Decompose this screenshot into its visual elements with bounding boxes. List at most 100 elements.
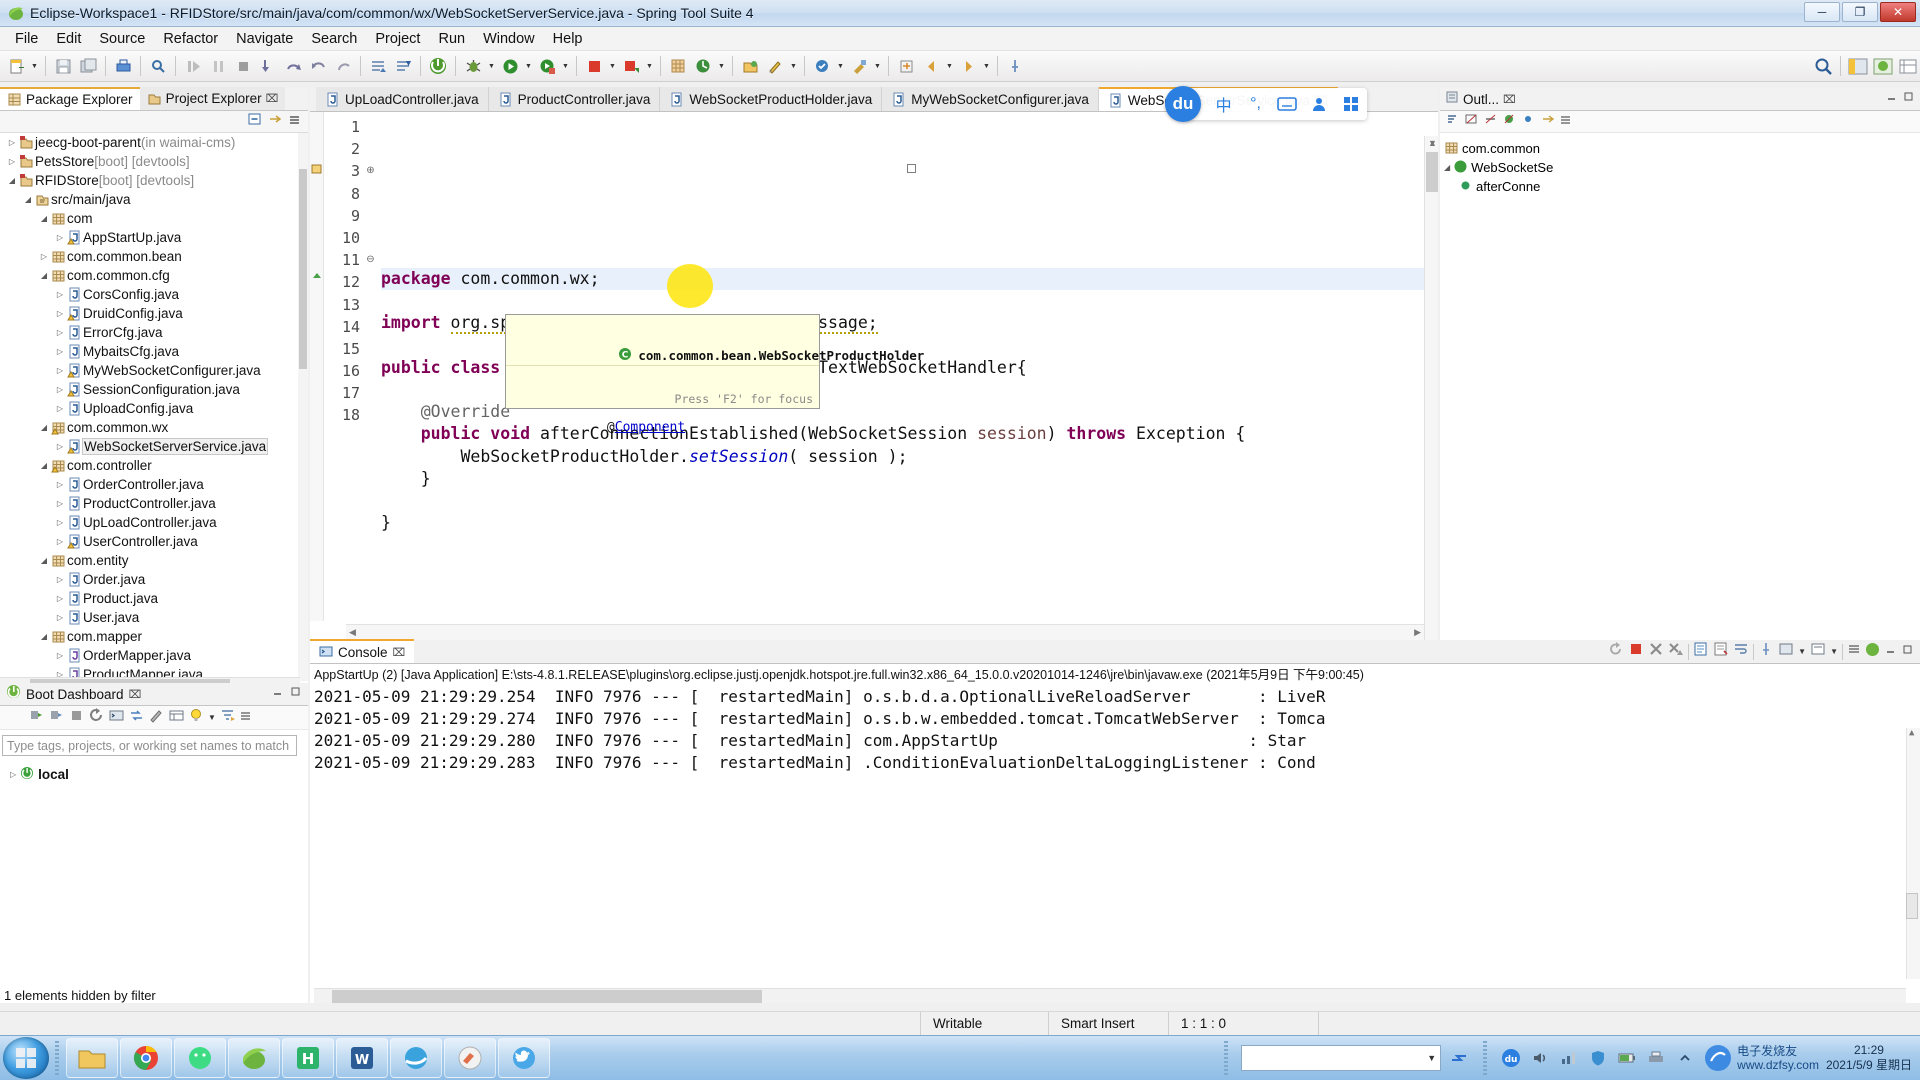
forward-nav-icon[interactable]: [956, 54, 980, 79]
component-annotation-link[interactable]: Component: [615, 420, 685, 435]
tree-item-uploadcontroller.java[interactable]: ▷ UpLoadController.java: [0, 513, 308, 532]
ime-floating-bar[interactable]: du 中 °,: [1165, 86, 1367, 122]
clear-console-icon[interactable]: [1693, 641, 1709, 662]
run-dropdown-icon[interactable]: ▼: [523, 54, 534, 78]
ime-taskbar-input[interactable]: ▼: [1241, 1045, 1442, 1071]
code-line[interactable]: [381, 556, 1438, 578]
console-maximize-icon[interactable]: [1901, 643, 1914, 661]
package-explorer-tree[interactable]: ▷ jeecg-boot-parent (in waimai-cms) ▷ PetsS…: [0, 133, 308, 681]
step-into-icon[interactable]: [256, 54, 280, 79]
tree-item-uploadconfig.java[interactable]: ▷ UploadConfig.java: [0, 399, 308, 418]
global-search-icon[interactable]: [1811, 54, 1835, 79]
volume-icon[interactable]: [1529, 1047, 1551, 1069]
menu-item-navigate[interactable]: Navigate: [227, 29, 302, 49]
run-external-dropdown-icon[interactable]: ▼: [560, 54, 571, 78]
last-edit-icon[interactable]: [894, 54, 918, 79]
externaltools-icon[interactable]: [847, 54, 871, 79]
ime-dropdown-icon[interactable]: ▼: [1427, 1053, 1436, 1063]
prev-annotation-icon[interactable]: [391, 54, 415, 79]
stop-app-icon[interactable]: [68, 707, 85, 729]
code-line[interactable]: package com.common.wx;: [381, 268, 1438, 291]
display-console-icon[interactable]: [1778, 641, 1794, 662]
folding-ruler[interactable]: ⊕ ⊖: [364, 112, 377, 621]
tree-item-petsstore[interactable]: ▷ PetsStore [boot] [devtools]: [0, 152, 308, 171]
tab-project-explorer[interactable]: Project Explorer ⌧: [139, 87, 286, 110]
view-menu-icon[interactable]: [287, 112, 302, 131]
taskbar-app-chrome-icon[interactable]: [120, 1038, 172, 1078]
console-minimize-icon[interactable]: [1884, 643, 1897, 661]
taskbar-app-wps-icon[interactable]: W: [336, 1038, 388, 1078]
start-button[interactable]: [3, 1037, 49, 1079]
maximize-view-icon[interactable]: [289, 685, 302, 703]
editor-tab-websocketproductholder-java[interactable]: WebSocketProductHolder.java: [660, 87, 883, 111]
tree-item-mywebsocketconfigurer.java[interactable]: ▷ MyWebSocketConfigurer.java: [0, 361, 308, 380]
scroll-right-arrow-icon[interactable]: ▶: [1414, 627, 1421, 638]
run-external-icon[interactable]: [535, 54, 559, 79]
tree-item-usercontroller.java[interactable]: ▷ UserController.java: [0, 532, 308, 551]
twisty-collapsed-icon[interactable]: ▷: [54, 518, 66, 527]
editor-tab-mywebsocketconfigurer-java[interactable]: MyWebSocketConfigurer.java: [882, 87, 1099, 111]
minimize-view-icon[interactable]: [1885, 90, 1898, 108]
toggle-breakpoint-dropdown-icon[interactable]: ▼: [835, 54, 846, 78]
tree-item-com.entity[interactable]: ◢ com.entity: [0, 551, 308, 570]
boot-run-icon[interactable]: [426, 54, 450, 79]
tree-item-druidconfig.java[interactable]: ▷ DruidConfig.java: [0, 304, 308, 323]
save-icon[interactable]: [51, 54, 75, 79]
taskbar-app-paint-icon[interactable]: [444, 1038, 496, 1078]
taskbar-app-explorer-icon[interactable]: [66, 1038, 118, 1078]
ime-punctuation-icon[interactable]: °,: [1240, 88, 1272, 120]
outline-item-websocketse[interactable]: ◢ WebSocketSe: [1440, 158, 1920, 177]
twisty-expanded-icon[interactable]: ◢: [38, 461, 50, 470]
debug-icon[interactable]: [461, 54, 485, 79]
twisty-expanded-icon[interactable]: ◢: [1444, 163, 1450, 172]
code-editor[interactable]: 1 2 3 8 9 10 11 12 13 14 15 16 17 18 ⊕ ⊖ C com.common.…: [310, 112, 1438, 645]
new-package-icon[interactable]: [691, 54, 715, 79]
perspective-java-icon[interactable]: [1846, 54, 1870, 79]
new-java-class-icon[interactable]: [666, 54, 690, 79]
maximize-button[interactable]: ❐: [1842, 2, 1878, 22]
twisty-collapsed-icon[interactable]: ▷: [54, 442, 66, 451]
collapse-all-icon[interactable]: [247, 112, 262, 131]
tree-item-user.java[interactable]: ▷ User.java: [0, 608, 308, 627]
menu-item-edit[interactable]: Edit: [47, 29, 90, 49]
tree-item-order.java[interactable]: ▷ Order.java: [0, 570, 308, 589]
tab-close-icon[interactable]: ⌧: [266, 92, 279, 105]
hide-fields-icon[interactable]: [1464, 112, 1479, 131]
taskbar-app-ie-icon[interactable]: [390, 1038, 442, 1078]
open-perspective-icon[interactable]: [1896, 54, 1920, 79]
stop-icon[interactable]: [582, 54, 606, 79]
forward-nav-dropdown-icon[interactable]: ▼: [981, 54, 992, 78]
console-close-icon[interactable]: ⌧: [393, 646, 406, 659]
twisty-collapsed-icon[interactable]: ▷: [54, 537, 66, 546]
network-icon[interactable]: [1558, 1047, 1580, 1069]
console-overview-ruler[interactable]: [1906, 893, 1918, 919]
console-output[interactable]: ▲ ▼ 2021-05-09 21:29:29.254 INFO 7976 --…: [310, 684, 1920, 979]
open-type-icon[interactable]: [738, 54, 762, 79]
externaltools-dropdown-icon[interactable]: ▼: [872, 54, 883, 78]
console-view-menu-icon[interactable]: [1847, 642, 1861, 661]
twisty-collapsed-icon[interactable]: ▷: [54, 499, 66, 508]
open-dashboard-icon[interactable]: [168, 707, 185, 729]
view-menu-icon[interactable]: [239, 709, 252, 727]
open-console-icon[interactable]: [108, 707, 125, 729]
menu-item-source[interactable]: Source: [90, 29, 154, 49]
outline-item-com-common[interactable]: com.common: [1440, 139, 1920, 158]
tree-item-ordercontroller.java[interactable]: ▷ OrderController.java: [0, 475, 308, 494]
twisty-collapsed-icon[interactable]: ▷: [54, 575, 66, 584]
resume-icon[interactable]: [181, 54, 205, 79]
battery-icon[interactable]: [1616, 1047, 1638, 1069]
step-return-icon[interactable]: [306, 54, 330, 79]
next-annotation-icon[interactable]: [366, 54, 390, 79]
drop-to-frame-icon[interactable]: [331, 54, 355, 79]
editor-tab-uploadcontroller-java[interactable]: UpLoadController.java: [316, 87, 489, 111]
hide-nonpublic-icon[interactable]: [1502, 112, 1517, 131]
back-nav-icon[interactable]: [919, 54, 943, 79]
twisty-collapsed-icon[interactable]: ▷: [54, 347, 66, 356]
tree-scroll-thumb[interactable]: [299, 169, 307, 369]
close-button[interactable]: ✕: [1880, 2, 1916, 22]
code-line[interactable]: [381, 534, 1438, 556]
display-console-dropdown-icon[interactable]: ▼: [1798, 647, 1806, 656]
tree-item-product.java[interactable]: ▷ Product.java: [0, 589, 308, 608]
tree-item-com.controller[interactable]: ◢ com.controller: [0, 456, 308, 475]
relaunch-console-icon[interactable]: [1608, 641, 1624, 662]
